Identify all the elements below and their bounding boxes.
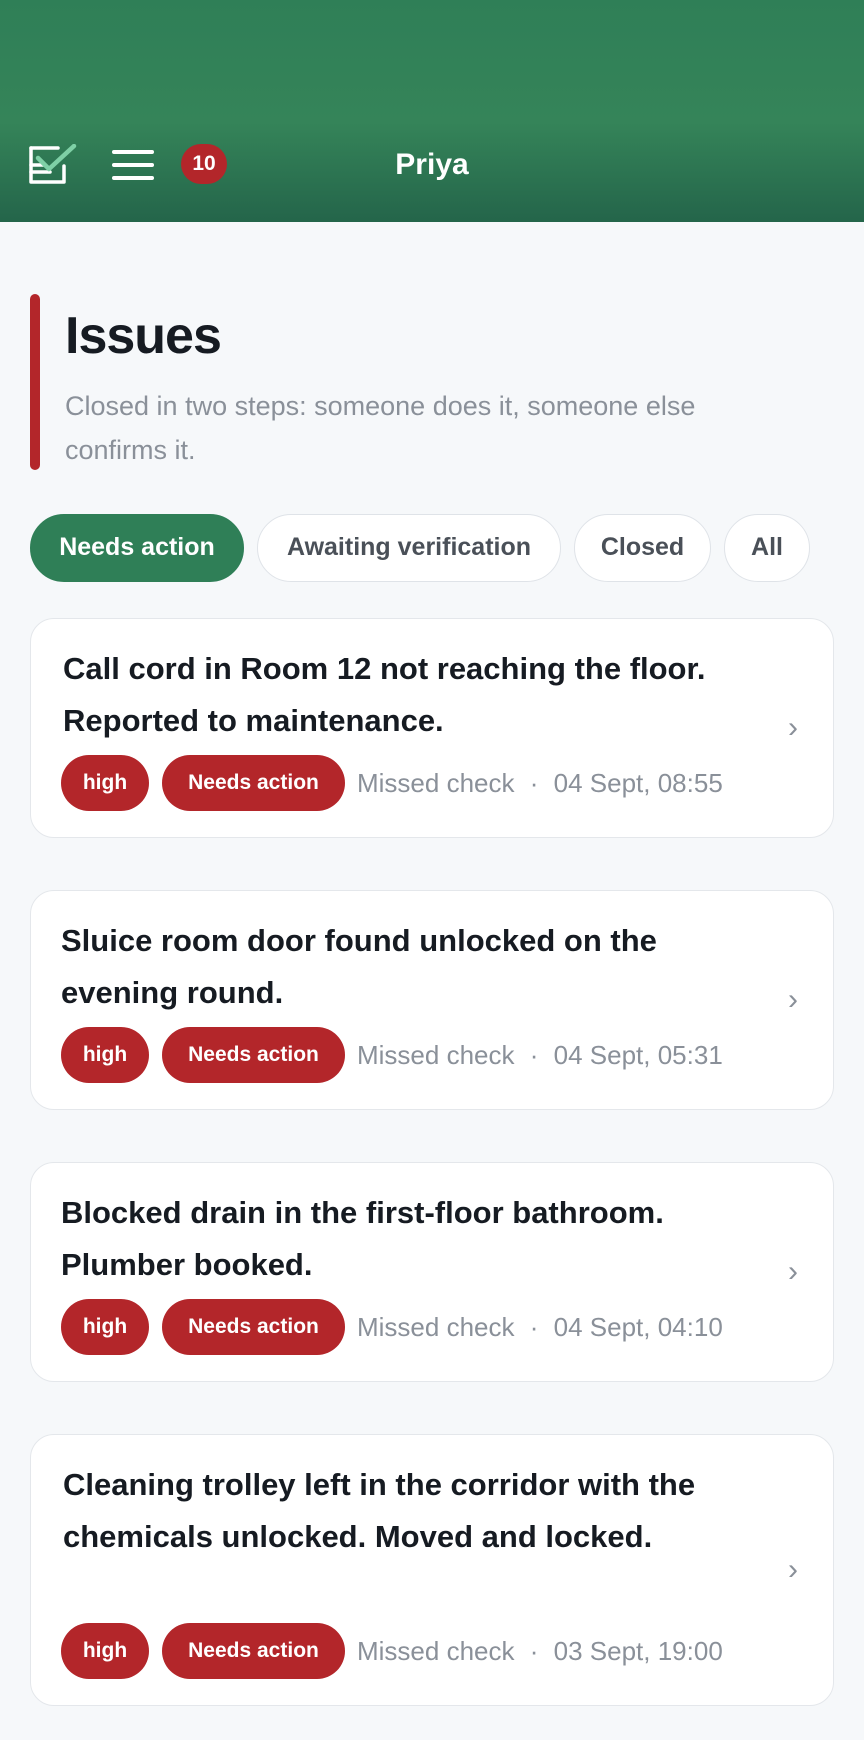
- user-name: Priya: [395, 148, 469, 181]
- page-subtitle: Closed in two steps: someone does it, so…: [65, 391, 696, 465]
- chevron-right-icon: ›: [788, 1553, 798, 1586]
- issue-card[interactable]: Cleaning trolley left in the corridor wi…: [30, 1434, 834, 1706]
- filter-closed[interactable]: Closed: [574, 514, 711, 582]
- issue-details: Missed check · 04 Sept, 05:31: [357, 1027, 723, 1083]
- issue-details: Missed check · 03 Sept, 19:00: [357, 1623, 723, 1679]
- issue-timestamp: 04 Sept, 05:31: [553, 1040, 723, 1070]
- issue-category: Missed check: [357, 1636, 515, 1666]
- issue-card[interactable]: Call cord in Room 12 not reaching the fl…: [30, 618, 834, 838]
- status-badge: Needs action: [162, 755, 345, 811]
- meta-separator: ·: [529, 768, 539, 798]
- issue-meta: high Needs action Missed check · 04 Sept…: [61, 1299, 801, 1355]
- issue-details: Missed check · 04 Sept, 08:55: [357, 755, 723, 811]
- issue-meta: high Needs action Missed check · 04 Sept…: [61, 1027, 801, 1083]
- header-bar: 10 Priya: [0, 140, 864, 190]
- priority-badge: high: [61, 1027, 149, 1083]
- issue-title: Cleaning trolley left in the corridor wi…: [63, 1467, 696, 1554]
- issue-details: Missed check · 04 Sept, 04:10: [357, 1299, 723, 1355]
- chevron-right-icon: ›: [788, 983, 798, 1016]
- filter-all[interactable]: All: [724, 514, 810, 582]
- filter-needs-action[interactable]: Needs action: [30, 514, 244, 582]
- issue-category: Missed check: [357, 768, 515, 798]
- meta-separator: ·: [529, 1040, 539, 1070]
- issue-timestamp: 03 Sept, 19:00: [553, 1636, 723, 1666]
- notification-count-badge[interactable]: 10: [181, 144, 227, 184]
- issue-title: Call cord in Room 12 not reaching the fl…: [63, 651, 706, 738]
- accent-bar: [30, 294, 40, 470]
- issue-timestamp: 04 Sept, 08:55: [553, 768, 723, 798]
- priority-badge: high: [61, 1299, 149, 1355]
- issue-card[interactable]: Sluice room door found unlocked on the e…: [30, 890, 834, 1110]
- meta-separator: ·: [529, 1312, 539, 1342]
- issue-title: Blocked drain in the first-floor bathroo…: [61, 1195, 664, 1282]
- chevron-right-icon: ›: [788, 1255, 798, 1288]
- status-badge: Needs action: [162, 1299, 345, 1355]
- priority-badge: high: [61, 755, 149, 811]
- filter-awaiting-verification[interactable]: Awaiting verification: [257, 514, 561, 582]
- page-title: Issues: [65, 307, 222, 365]
- status-badge: Needs action: [162, 1027, 345, 1083]
- issue-title: Sluice room door found unlocked on the e…: [61, 923, 657, 1010]
- issue-meta: high Needs action Missed check · 04 Sept…: [61, 755, 801, 811]
- issue-meta: high Needs action Missed check · 03 Sept…: [61, 1623, 801, 1679]
- issue-card[interactable]: Blocked drain in the first-floor bathroo…: [30, 1162, 834, 1382]
- issue-category: Missed check: [357, 1312, 515, 1342]
- app-header: 10 Priya: [0, 0, 864, 222]
- priority-badge: high: [61, 1623, 149, 1679]
- status-badge: Needs action: [162, 1623, 345, 1679]
- chevron-right-icon: ›: [788, 711, 798, 744]
- hamburger-menu-icon[interactable]: [112, 148, 156, 182]
- page-header: Issues Closed in two steps: someone does…: [30, 294, 830, 470]
- issue-timestamp: 04 Sept, 04:10: [553, 1312, 723, 1342]
- meta-separator: ·: [529, 1636, 539, 1666]
- filter-tabs: Needs action Awaiting verification Close…: [30, 514, 850, 582]
- issue-category: Missed check: [357, 1040, 515, 1070]
- checklist-icon[interactable]: [28, 144, 78, 186]
